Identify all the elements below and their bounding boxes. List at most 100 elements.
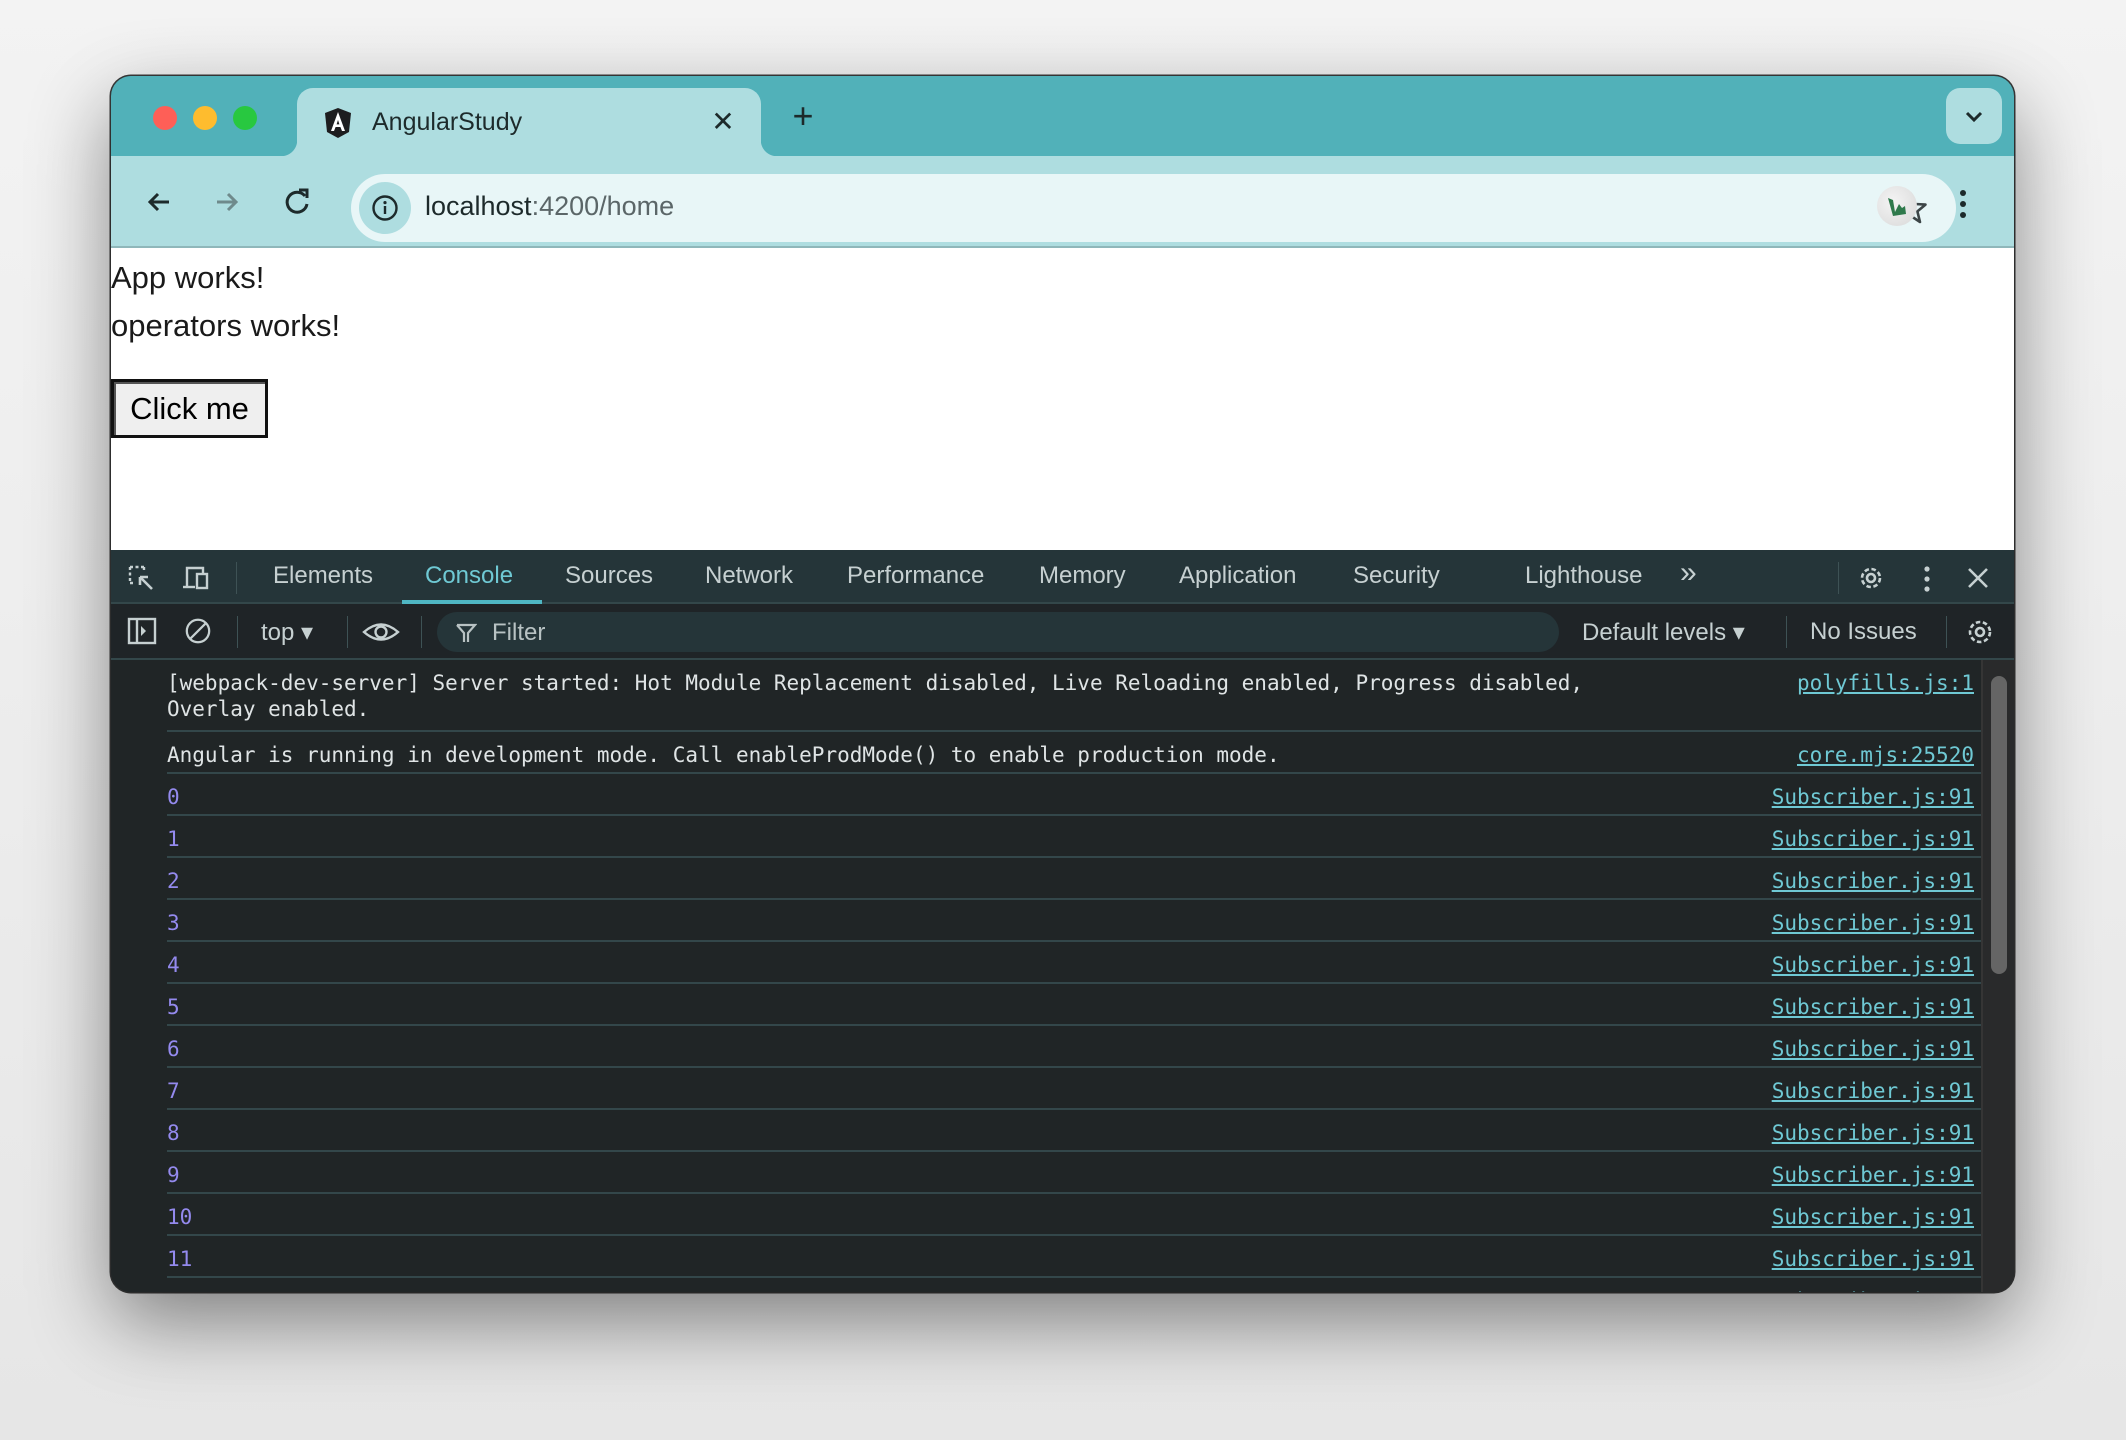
profile-avatar[interactable] [1877, 186, 1917, 226]
console-number-row: 12 Subscriber.js:91 [167, 1278, 1981, 1292]
divider [1838, 562, 1839, 594]
context-selector[interactable]: top ▾ [261, 618, 313, 647]
issues-counter[interactable]: No Issues [1810, 618, 1917, 646]
divider [1946, 616, 1947, 648]
devtools-tab-security[interactable]: Security [1353, 562, 1440, 602]
console-number-row: 7 Subscriber.js:91 [167, 1068, 1981, 1110]
console-source-link[interactable]: Subscriber.js:91 [1772, 1078, 1974, 1104]
console-message-text: Angular is running in development mode. … [167, 743, 1280, 767]
devtools-tab-bar: Elements Console Sources Network Perform… [111, 550, 2014, 604]
console-message-text: 6 [167, 1037, 180, 1061]
more-tabs-icon[interactable]: » [1680, 556, 1697, 596]
url-path: :4200/home [531, 191, 675, 221]
console-log-row: Angular is running in development mode. … [167, 732, 1981, 774]
console-source-link[interactable]: Subscriber.js:91 [1772, 1204, 1974, 1230]
console-message-text: [webpack-dev-server] Server started: Hot… [167, 671, 1584, 721]
divider [237, 616, 238, 648]
live-expression-eye-icon[interactable] [361, 617, 401, 647]
chevron-down-icon [1965, 111, 1983, 123]
operators-works-text: operators works! [111, 308, 341, 343]
console-message-text: 0 [167, 785, 180, 809]
filter-funnel-icon [456, 623, 477, 642]
console-message-text: 2 [167, 869, 180, 893]
clear-console-icon[interactable] [183, 617, 213, 645]
back-arrow-icon[interactable] [139, 182, 179, 222]
sidebar-toggle-icon[interactable] [127, 617, 157, 645]
settings-gear-icon[interactable] [1855, 562, 1887, 594]
maximize-window-button[interactable] [233, 106, 257, 130]
divider [421, 616, 422, 648]
console-source-link[interactable]: Subscriber.js:91 [1772, 994, 1974, 1020]
divider [236, 562, 237, 594]
device-toolbar-icon[interactable] [181, 564, 211, 592]
minimize-window-button[interactable] [193, 106, 217, 130]
console-number-row: 6 Subscriber.js:91 [167, 1026, 1981, 1068]
console-number-row: 5 Subscriber.js:91 [167, 984, 1981, 1026]
app-works-text: App works! [111, 260, 265, 295]
console-source-link[interactable]: Subscriber.js:91 [1772, 952, 1974, 978]
dinosaur-avatar-icon [1888, 198, 1906, 216]
console-scrollbar[interactable] [1981, 660, 2014, 1292]
console-number-row: 3 Subscriber.js:91 [167, 900, 1981, 942]
console-number-row: 8 Subscriber.js:91 [167, 1110, 1981, 1152]
more-vertical-icon[interactable] [1951, 184, 1975, 224]
tab-strip: AngularStudy ✕ + [111, 76, 2014, 156]
filter-placeholder: Filter [492, 619, 546, 646]
console-number-row: 2 Subscriber.js:91 [167, 858, 1981, 900]
address-bar[interactable]: localhost:4200/home [351, 174, 1956, 242]
console-source-link[interactable]: Subscriber.js:91 [1772, 784, 1974, 810]
console-source-link[interactable]: polyfills.js:1 [1797, 670, 1974, 696]
console-message-text: 12 [167, 1288, 192, 1292]
console-settings-gear-icon[interactable] [1964, 616, 1996, 648]
console-number-row: 11 Subscriber.js:91 [167, 1236, 1981, 1278]
browser-window: AngularStudy ✕ + localhost:4200/home App… [111, 76, 2014, 1292]
console-source-link[interactable]: Subscriber.js:91 [1772, 1246, 1974, 1272]
console-message-text: 1 [167, 827, 180, 851]
tab-search-button[interactable] [1946, 88, 2002, 144]
console-source-link[interactable]: core.mjs:25520 [1797, 742, 1974, 768]
devtools-tab-console[interactable]: Console [425, 562, 513, 602]
scrollbar-thumb[interactable] [1991, 676, 2007, 974]
console-source-link[interactable]: Subscriber.js:91 [1772, 826, 1974, 852]
console-message-text: 3 [167, 911, 180, 935]
console-source-link[interactable]: Subscriber.js:91 [1772, 1162, 1974, 1188]
console-source-link[interactable]: Subscriber.js:91 [1772, 1036, 1974, 1062]
devtools-tab-memory[interactable]: Memory [1039, 562, 1126, 602]
console-source-link[interactable]: Subscriber.js:91 [1772, 1288, 1974, 1292]
click-me-button[interactable]: Click me [111, 379, 268, 438]
console-number-row: 4 Subscriber.js:91 [167, 942, 1981, 984]
info-icon [372, 195, 398, 221]
console-source-link[interactable]: Subscriber.js:91 [1772, 1120, 1974, 1146]
url-text[interactable]: localhost:4200/home [425, 191, 674, 222]
filter-input[interactable]: Filter [437, 612, 1559, 652]
tab-title: AngularStudy [372, 108, 523, 136]
log-levels-dropdown[interactable]: Default levels ▾ [1582, 618, 1745, 647]
devtools-tab-application[interactable]: Application [1179, 562, 1296, 602]
divider [347, 616, 348, 648]
console-number-row: 1 Subscriber.js:91 [167, 816, 1981, 858]
devtools-tab-performance[interactable]: Performance [847, 562, 984, 602]
site-info-button[interactable] [359, 182, 411, 234]
page-content: App works! operators works! Click me [111, 248, 2014, 550]
divider [1786, 616, 1787, 648]
browser-tab[interactable]: AngularStudy ✕ [281, 88, 777, 156]
reload-icon[interactable] [277, 182, 317, 222]
console-output: [webpack-dev-server] Server started: Hot… [111, 660, 1981, 1292]
console-message-text: 8 [167, 1121, 180, 1145]
console-source-link[interactable]: Subscriber.js:91 [1772, 910, 1974, 936]
console-number-row: 10 Subscriber.js:91 [167, 1194, 1981, 1236]
devtools-tab-elements[interactable]: Elements [273, 562, 373, 602]
devtools-tab-network[interactable]: Network [705, 562, 793, 602]
url-host: localhost [425, 191, 532, 221]
inspect-element-icon[interactable] [127, 564, 157, 592]
forward-arrow-icon[interactable] [207, 182, 247, 222]
devtools-tab-lighthouse[interactable]: Lighthouse [1525, 562, 1642, 602]
console-source-link[interactable]: Subscriber.js:91 [1772, 868, 1974, 894]
close-devtools-icon[interactable] [1965, 565, 1991, 591]
new-tab-button[interactable]: + [783, 96, 823, 136]
tab-close-icon[interactable]: ✕ [707, 104, 739, 140]
devtools-tab-sources[interactable]: Sources [565, 562, 653, 602]
close-window-button[interactable] [153, 106, 177, 130]
console-message-text: 4 [167, 953, 180, 977]
more-vertical-icon[interactable] [1919, 564, 1935, 594]
